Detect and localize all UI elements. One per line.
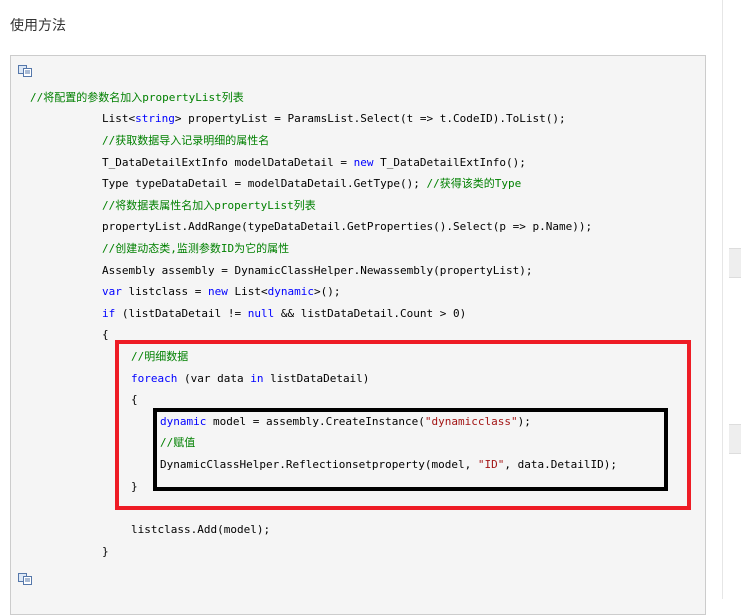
right-sidebar — [706, 0, 741, 599]
code-line: List<string> propertyList = ParamsList.S… — [102, 112, 566, 125]
code-line: Type typeDataDetail = modelDataDetail.Ge… — [102, 177, 522, 190]
code-comment: //将数据表属性名加入propertyList列表 — [102, 199, 316, 212]
code-comment: //创建动态类,监测参数ID为它的属性 — [102, 242, 290, 255]
code-line: propertyList.AddRange(typeDataDetail.Get… — [102, 220, 593, 233]
code-line: Assembly assembly = DynamicClassHelper.N… — [102, 264, 533, 277]
sidebar-clipped-text — [737, 82, 741, 96]
code-line: T_DataDetailExtInfo modelDataDetail = ne… — [102, 156, 526, 169]
code-line: var listclass = new List<dynamic>(); — [102, 285, 341, 298]
black-highlight-box — [153, 408, 668, 491]
sidebar-section-header — [729, 248, 741, 278]
code-line: listclass.Add(model); — [131, 523, 271, 536]
code-comment: //将配置的参数名加入propertyList列表 — [30, 91, 244, 104]
copy-icon[interactable] — [18, 65, 32, 77]
sidebar-section-header — [729, 424, 741, 454]
sidebar-clipped-text — [737, 58, 741, 72]
code-comment: //获取数据导入记录明细的属性名 — [102, 134, 270, 147]
sidebar-clipped-text — [737, 10, 741, 24]
code-brace: } — [102, 545, 109, 558]
sidebar-divider — [722, 0, 723, 599]
section-heading: 使用方法 — [10, 17, 66, 33]
copy-icon[interactable] — [18, 573, 32, 585]
code-brace: { — [102, 328, 109, 341]
sidebar-clipped-text — [737, 34, 741, 48]
code-line: if (listDataDetail != null && listDataDe… — [102, 307, 467, 320]
